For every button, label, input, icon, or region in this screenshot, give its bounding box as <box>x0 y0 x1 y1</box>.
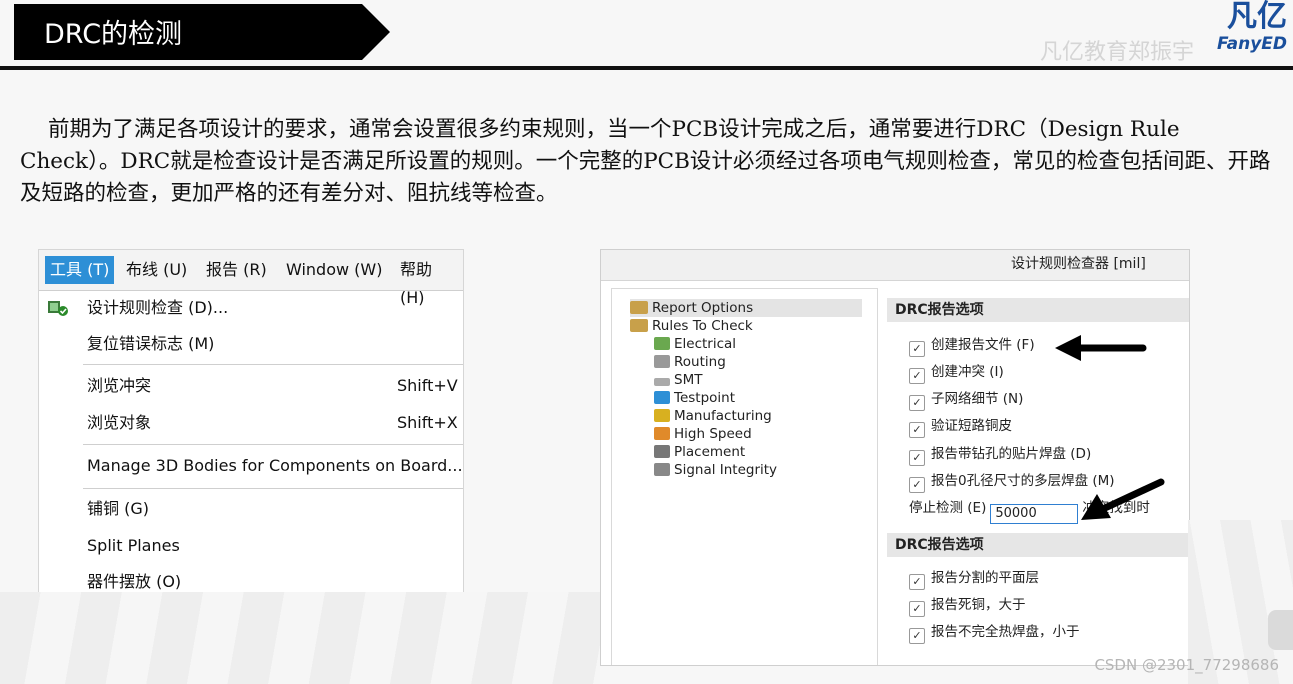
menu-item-design-rule-check[interactable]: 设计规则检查 (D)... <box>87 297 228 319</box>
section-header: DRC报告选项 <box>887 298 1189 322</box>
tree-item-signal-integrity[interactable]: Signal Integrity <box>654 461 777 479</box>
electrical-icon <box>654 337 670 350</box>
tree-item-manufacturing[interactable]: Manufacturing <box>654 407 772 425</box>
stop-label: 停止检测 (E) <box>909 500 987 516</box>
tree-label: Manufacturing <box>674 408 772 424</box>
dialog-title: 设计规则检查器 [mil] <box>1011 256 1146 272</box>
folder-icon <box>630 319 648 332</box>
tree-item-smt[interactable]: SMT <box>654 371 702 389</box>
tools-menu-screenshot: 工具 (T) 布线 (U) 报告 (R) Window (W) 帮助 (H) 设… <box>38 249 464 594</box>
option-label: 报告不完全热焊盘，小于 <box>931 624 1080 640</box>
background-floor <box>0 592 600 684</box>
tree-item-electrical[interactable]: Electrical <box>654 335 736 353</box>
option-report-split-planes[interactable]: ✓ 报告分割的平面层 <box>909 569 1039 590</box>
menu-separator <box>83 444 463 445</box>
option-label: 子网络细节 (N) <box>931 391 1024 407</box>
page-title: DRC的检测 <box>44 19 183 50</box>
tree-label: High Speed <box>674 426 752 442</box>
option-report-thermal-pads[interactable]: ✓ 报告不完全热焊盘，小于 <box>909 623 1080 644</box>
title-banner: DRC的检测 <box>14 4 362 60</box>
high-speed-icon <box>654 427 670 440</box>
checkbox-checked-icon[interactable]: ✓ <box>909 450 925 466</box>
menu-separator <box>83 488 463 489</box>
menu-reports[interactable]: 报告 (R) <box>201 256 272 284</box>
tree-item-routing[interactable]: Routing <box>654 353 726 371</box>
menu-item-browse-violations[interactable]: 浏览冲突 <box>87 375 151 397</box>
header-divider <box>0 66 1293 70</box>
tree-label: SMT <box>674 372 703 388</box>
logo-cn: 凡亿 <box>1227 0 1287 34</box>
checkbox-checked-icon[interactable]: ✓ <box>909 341 925 357</box>
menu-item-polygon-pour[interactable]: 铺铜 (G) <box>87 498 149 520</box>
checkbox-checked-icon[interactable]: ✓ <box>909 601 925 617</box>
checkbox-checked-icon[interactable]: ✓ <box>909 395 925 411</box>
tree-item-high-speed[interactable]: High Speed <box>654 425 752 443</box>
option-label: 报告分割的平面层 <box>931 570 1039 586</box>
tree-item-report-options[interactable]: Report Options <box>630 299 862 317</box>
option-label: 验证短路铜皮 <box>931 418 1012 434</box>
tree-item-placement[interactable]: Placement <box>654 443 745 461</box>
menu-route[interactable]: 布线 (U) <box>121 256 192 284</box>
rules-tree: Report Options Rules To Check Electrical… <box>611 288 878 665</box>
menu-item-reset-error-markers[interactable]: 复位错误标志 (M) <box>87 333 214 355</box>
option-label: 报告死铜，大于 <box>931 597 1026 613</box>
shortcut-browse-violations: Shift+V <box>397 376 458 395</box>
signal-integrity-icon <box>654 463 670 476</box>
csdn-watermark: CSDN @2301_77298686 <box>1094 656 1279 674</box>
tree-label: Placement <box>674 444 746 460</box>
manufacturing-icon <box>654 409 670 422</box>
menubar: 工具 (T) 布线 (U) 报告 (R) Window (W) 帮助 (H) <box>39 250 463 307</box>
drc-check-icon <box>48 301 68 316</box>
tree-item-rules-to-check[interactable]: Rules To Check <box>630 317 753 335</box>
tree-label: Testpoint <box>674 390 736 406</box>
section-header: DRC报告选项 <box>887 533 1189 557</box>
option-subnet-details[interactable]: ✓ 子网络细节 (N) <box>909 390 1023 411</box>
checkbox-checked-icon[interactable]: ✓ <box>909 574 925 590</box>
option-label: 创建冲突 (I) <box>931 364 1004 380</box>
checkbox-checked-icon[interactable]: ✓ <box>909 368 925 384</box>
checkbox-checked-icon[interactable]: ✓ <box>909 628 925 644</box>
stop-count-input[interactable]: 50000 <box>990 504 1079 524</box>
smt-icon <box>654 378 670 386</box>
menu-item-manage-3d-bodies[interactable]: Manage 3D Bodies for Components on Board… <box>87 455 463 477</box>
routing-icon <box>654 355 670 368</box>
testpoint-icon <box>654 391 670 404</box>
arrow-down-left-icon <box>1081 478 1165 520</box>
option-create-report-file[interactable]: ✓ 创建报告文件 (F) <box>909 336 1035 357</box>
tree-label: Electrical <box>674 336 737 352</box>
logo-en: FanyED <box>1216 34 1287 54</box>
watermark: 凡亿教育郑振宇 <box>1040 40 1195 65</box>
option-verify-short-copper[interactable]: ✓ 验证短路铜皮 <box>909 417 1012 438</box>
tree-item-testpoint[interactable]: Testpoint <box>654 389 735 407</box>
checkbox-checked-icon[interactable]: ✓ <box>909 422 925 438</box>
menu-separator <box>83 364 463 365</box>
option-label: 报告带钻孔的贴片焊盘 (D) <box>931 446 1092 462</box>
drc-dialog-screenshot: 设计规则检查器 [mil] Report Options Rules To Ch… <box>600 249 1190 666</box>
intro-text: 前期为了满足各项设计的要求，通常会设置很多约束规则，当一个PCB设计完成之后，通… <box>20 117 1271 206</box>
side-tab-icon[interactable] <box>1268 610 1293 650</box>
intro-paragraph: 前期为了满足各项设计的要求，通常会设置很多约束规则，当一个PCB设计完成之后，通… <box>20 114 1282 210</box>
tree-label: Signal Integrity <box>674 462 778 478</box>
option-label: 创建报告文件 (F) <box>931 337 1035 353</box>
option-report-dead-copper[interactable]: ✓ 报告死铜，大于 <box>909 596 1026 617</box>
arrow-left-icon <box>1055 335 1147 361</box>
menu-item-browse-objects[interactable]: 浏览对象 <box>87 412 151 434</box>
menu-item-component-placement[interactable]: 器件摆放 (O) <box>87 571 181 593</box>
tree-label: Rules To Check <box>652 318 753 334</box>
menu-tools[interactable]: 工具 (T) <box>45 256 115 284</box>
menu-window[interactable]: Window (W) <box>281 256 387 284</box>
checkbox-checked-icon[interactable]: ✓ <box>909 477 925 493</box>
brand-logo: 凡亿 FanyED <box>1209 0 1287 58</box>
shortcut-browse-objects: Shift+X <box>397 413 458 432</box>
placement-icon <box>654 445 670 458</box>
option-create-violations[interactable]: ✓ 创建冲突 (I) <box>909 363 1004 384</box>
menu-help[interactable]: 帮助 (H) <box>395 256 463 307</box>
folder-icon <box>630 301 648 314</box>
menu-item-split-planes[interactable]: Split Planes <box>87 535 180 557</box>
tree-label: Routing <box>674 354 726 370</box>
option-report-drilled-smt-pads[interactable]: ✓ 报告带钻孔的贴片焊盘 (D) <box>909 445 1091 466</box>
tree-label: Report Options <box>652 300 754 316</box>
title-banner-arrow <box>362 4 390 60</box>
